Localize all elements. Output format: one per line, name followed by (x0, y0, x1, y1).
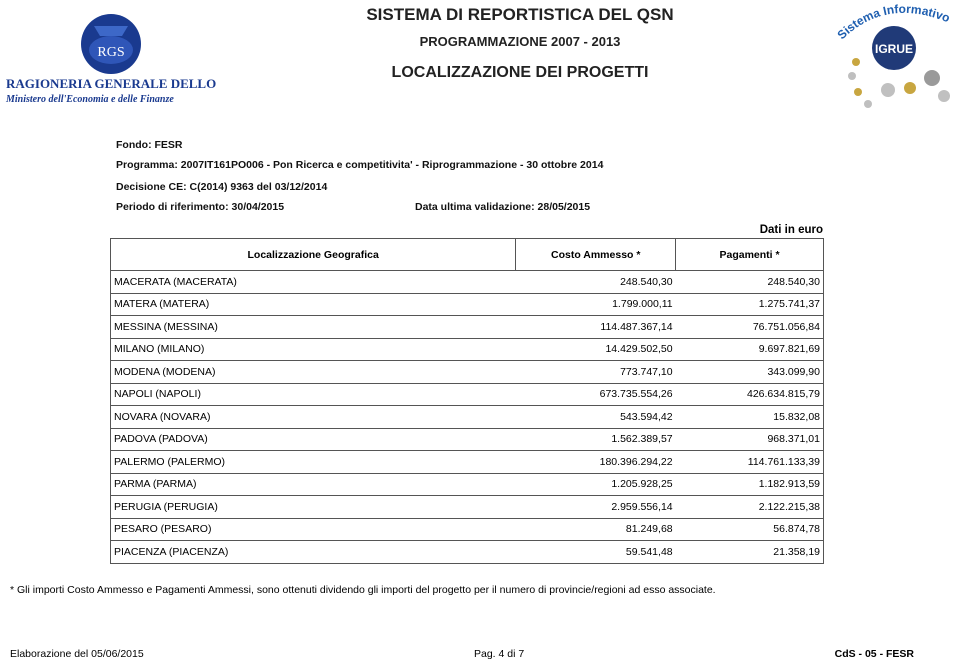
costo-cell: 114.487.367,14 (515, 315, 676, 339)
report-programming-period: PROGRAMMAZIONE 2007 - 2013 (419, 34, 621, 49)
costo-cell: 1.799.000,11 (515, 293, 676, 316)
igrue-logo: Sistema Informativo IGRUE (828, 0, 960, 110)
footer-report-code: CdS - 05 - FESR (834, 648, 914, 660)
igrue-logo-text: IGRUE (875, 42, 913, 56)
location-cell: MODENA (MODENA) (109, 360, 516, 384)
pagamenti-cell: 1.275.741,37 (675, 293, 824, 316)
costo-cell: 1.205.928,25 (515, 473, 676, 496)
costo-cell: 14.429.502,50 (515, 338, 676, 361)
pagamenti-cell: 76.751.056,84 (675, 315, 824, 339)
rgs-logo: RGS RAGIONERIA GENERALE DELLO STATO Mini… (4, 6, 261, 106)
costo-cell: 543.594,42 (515, 405, 676, 429)
pagamenti-cell: 114.761.133,39 (675, 450, 824, 474)
footer-page-number: Pag. 4 di 7 (474, 648, 525, 660)
location-cell: PARMA (PARMA) (109, 473, 516, 496)
location-cell: PIACENZA (PIACENZA) (109, 540, 516, 564)
igrue-emblem-icon: Sistema Informativo IGRUE (835, 2, 952, 108)
pagamenti-cell: 248.540,30 (675, 270, 824, 294)
location-cell: PADOVA (PADOVA) (109, 428, 516, 451)
pagamenti-cell: 343.099,90 (675, 360, 824, 384)
costo-cell: 81.249,68 (515, 518, 676, 541)
table-row: MESSINA (MESSINA) 114.487.367,14 76.751.05… (109, 315, 824, 339)
pagamenti-cell: 56.874,78 (675, 518, 824, 541)
validazione-label: Data ultima validazione: 28/05/2015 (415, 201, 591, 213)
footnote: * Gli importi Costo Ammesso e Pagamenti … (10, 584, 716, 596)
table-row: NAPOLI (NAPOLI) 673.735.554,26 426.634.815… (109, 383, 824, 406)
location-cell: NOVARA (NOVARA) (109, 405, 516, 429)
location-cell: PALERMO (PALERMO) (109, 450, 516, 474)
localization-table: Localizzazione Geografica Costo Ammesso … (109, 238, 824, 564)
footer-elaboration-date: Elaborazione del 05/06/2015 (10, 648, 144, 660)
pagamenti-cell: 15.832,08 (675, 405, 824, 429)
pagamenti-cell: 426.634.815,79 (675, 383, 824, 406)
pagamenti-cell: 968.371,01 (675, 428, 824, 451)
table-row: PIACENZA (PIACENZA) 59.541,48 21.358,19 (109, 540, 824, 564)
periodo-label: Periodo di riferimento: 30/04/2015 (116, 201, 285, 213)
location-cell: MATERA (MATERA) (109, 293, 516, 316)
table-row: PADOVA (PADOVA) 1.562.389,57 968.371,01 (109, 428, 824, 451)
header-costo-ammesso: Costo Ammesso * (515, 238, 677, 271)
table-row: PESARO (PESARO) 81.249,68 56.874,78 (109, 518, 824, 541)
header-pagamenti: Pagamenti * (675, 238, 824, 271)
table-row: MILANO (MILANO) 14.429.502,50 9.697.821,69 (109, 338, 824, 361)
header-location: Localizzazione Geografica (109, 238, 517, 271)
currency-unit-label: Dati in euro (759, 224, 823, 236)
rgs-logo-text: RGS (97, 45, 124, 60)
table-row: NOVARA (NOVARA) 543.594,42 15.832,08 (109, 405, 824, 429)
programma-label: Programma: 2007IT161PO006 - Pon Ricerca … (116, 159, 604, 171)
pagamenti-cell: 1.182.913,59 (675, 473, 824, 496)
table-row: PALERMO (PALERMO) 180.396.294,22 114.761.1… (109, 450, 824, 474)
location-cell: PERUGIA (PERUGIA) (109, 495, 516, 519)
fondo-label: Fondo: FESR (116, 139, 183, 151)
location-cell: MESSINA (MESSINA) (109, 315, 516, 339)
table-row: MODENA (MODENA) 773.747,10 343.099,90 (109, 360, 824, 384)
costo-cell: 180.396.294,22 (515, 450, 676, 474)
report-title: LOCALIZZAZIONE DEI PROGETTI (391, 64, 649, 81)
report-system-title: SISTEMA DI REPORTISTICA DEL QSN (366, 5, 674, 24)
rgs-org-sub: Ministero dell'Economia e delle Finanze (5, 94, 174, 105)
location-cell: MILANO (MILANO) (109, 338, 516, 361)
table-row: MACERATA (MACERATA) 248.540,30 248.540,30 (109, 270, 824, 294)
pagamenti-cell: 9.697.821,69 (675, 338, 824, 361)
costo-cell: 773.747,10 (515, 360, 676, 384)
table-row: MATERA (MATERA) 1.799.000,11 1.275.741,37 (109, 293, 824, 316)
location-cell: NAPOLI (NAPOLI) (109, 383, 516, 406)
pagamenti-cell: 21.358,19 (675, 540, 824, 564)
decisione-label: Decisione CE: C(2014) 9363 del 03/12/201… (116, 181, 328, 193)
table-row: PERUGIA (PERUGIA) 2.959.556,14 2.122.215,3… (109, 495, 824, 519)
costo-cell: 59.541,48 (515, 540, 676, 564)
costo-cell: 673.735.554,26 (515, 383, 676, 406)
costo-cell: 1.562.389,57 (515, 428, 676, 451)
costo-cell: 2.959.556,14 (515, 495, 676, 519)
location-cell: MACERATA (MACERATA) (109, 270, 516, 294)
location-cell: PESARO (PESARO) (109, 518, 516, 541)
rgs-emblem-icon: RGS RAGIONERIA GENERALE DELLO STATO Mini… (5, 14, 261, 105)
pagamenti-cell: 2.122.215,38 (675, 495, 824, 519)
table-row: PARMA (PARMA) 1.205.928,25 1.182.913,59 (109, 473, 824, 496)
table-header-row: Localizzazione Geografica Costo Ammesso … (109, 238, 824, 271)
rgs-org-name: RAGIONERIA GENERALE DELLO STATO (6, 76, 219, 91)
costo-cell: 248.540,30 (515, 270, 676, 294)
